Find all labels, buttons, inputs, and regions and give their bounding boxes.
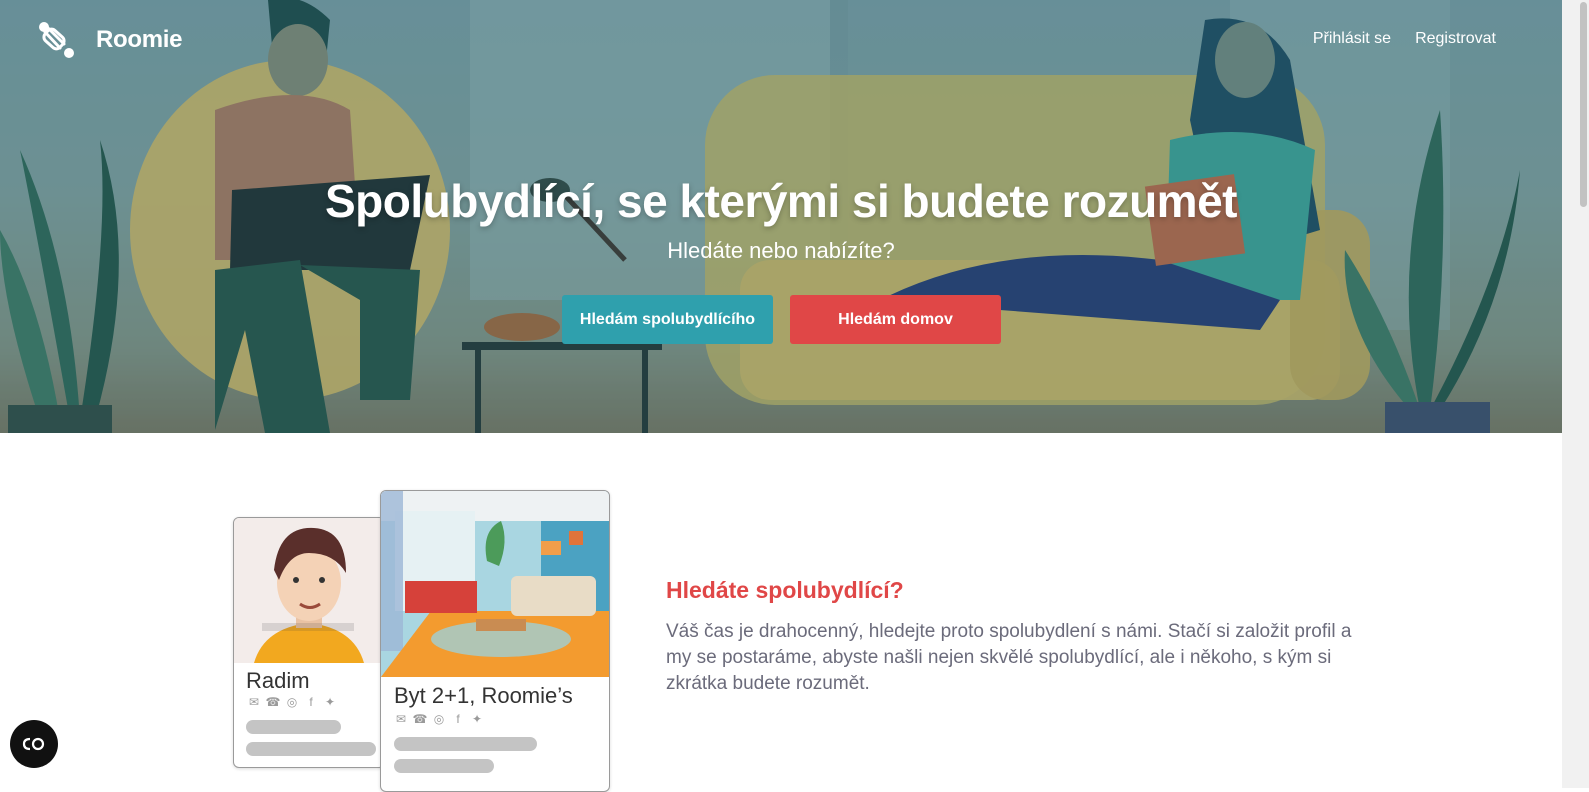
cookie-settings-button[interactable] [10,720,58,768]
login-link[interactable]: Přihlásit se [1313,30,1391,48]
person-name: Radim [246,668,310,693]
scrollbar-thumb[interactable] [1580,2,1587,207]
hero-section: Roomie Přihlásit se Registrovat Spolubyd… [0,0,1562,433]
top-nav: Přihlásit se Registrovat [1313,30,1496,48]
phone-icon: ☎ [265,695,281,709]
seek-roommate-button[interactable]: Hledám spolubydlícího [562,295,773,344]
placeholder-bar [394,737,537,751]
twitter-icon: ✦ [471,712,483,726]
person-avatar [234,518,384,663]
flat-photo [381,491,609,677]
register-link[interactable]: Registrovat [1415,30,1496,48]
hero-subtitle: Hledáte nebo nabízíte? [667,238,895,263]
facebook-icon: f [456,712,460,726]
profile-card-flat: Byt 2+1, Roomie’s ✉ ☎ ◎ f ✦ [380,490,610,792]
info-text: Váš čas je drahocenný, hledejte proto sp… [666,621,1352,694]
instagram-icon: ◎ [286,695,298,709]
logo-icon [39,22,74,58]
info-title: Hledáte spolubydlící? [666,577,904,603]
phone-icon: ☎ [412,712,428,726]
instagram-icon: ◎ [433,712,445,726]
logo[interactable]: Roomie [36,20,183,60]
scrollbar[interactable] [1562,0,1589,788]
person-socials: ✉ ☎ ◎ f ✦ [248,695,336,709]
placeholder-bar [246,720,341,734]
facebook-icon: f [309,695,313,709]
placeholder-bar [394,759,494,773]
seek-home-button[interactable]: Hledám domov [790,295,1001,344]
mail-icon: ✉ [248,695,260,709]
flat-socials: ✉ ☎ ◎ f ✦ [395,712,483,726]
profile-card-person: Radim ✉ ☎ ◎ f ✦ [233,517,385,768]
brand-name: Roomie [96,26,183,53]
mail-icon: ✉ [395,712,407,726]
twitter-icon: ✦ [324,695,336,709]
cookie-settings-icon [22,737,45,751]
flat-name: Byt 2+1, Roomie’s [394,683,573,708]
hero-title: Spolubydlící, se kterými si budete rozum… [324,175,1238,227]
placeholder-bar [246,742,376,756]
